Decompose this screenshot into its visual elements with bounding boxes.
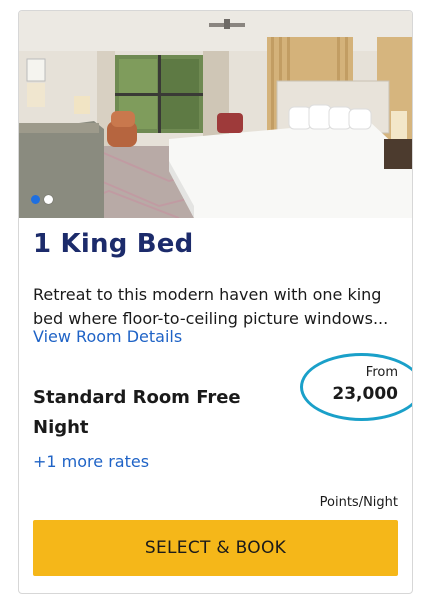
carousel-dots (31, 195, 53, 204)
carousel-dot-2[interactable] (44, 195, 53, 204)
select-and-book-button[interactable]: SELECT & BOOK (33, 520, 398, 576)
more-rates-link[interactable]: +1 more rates (33, 452, 149, 471)
from-label: From (365, 365, 398, 380)
price-box: From 23,000 (332, 365, 398, 404)
room-photo-image (19, 11, 412, 218)
carousel-dot-1[interactable] (31, 195, 40, 204)
room-photo[interactable] (19, 11, 412, 218)
points-price: 23,000 (332, 384, 398, 404)
room-card: 1 King Bed Retreat to this modern haven … (18, 10, 413, 594)
rate-name: Standard Room Free Night (33, 387, 241, 438)
view-room-details-link[interactable]: View Room Details (33, 327, 182, 346)
room-title: 1 King Bed (33, 229, 194, 259)
room-description: Retreat to this modern haven with one ki… (33, 285, 389, 328)
points-per-night-label: Points/Night (319, 495, 398, 510)
